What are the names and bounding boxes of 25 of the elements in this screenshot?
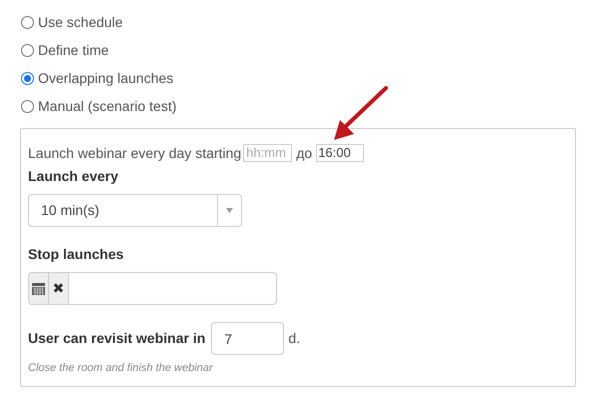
clear-button[interactable]: ✖ bbox=[48, 272, 69, 305]
radio-label: Manual (scenario test) bbox=[38, 96, 177, 116]
end-time-field[interactable]: 16:00 bbox=[316, 144, 364, 162]
radio-button[interactable] bbox=[21, 16, 34, 28]
radio-button[interactable] bbox=[21, 44, 34, 56]
start-time-field[interactable]: hh:mm bbox=[243, 144, 292, 162]
revisit-label: User can revisit webinar in bbox=[28, 329, 206, 348]
radio-label: Define time bbox=[38, 40, 109, 60]
radio-label: Overlapping launches bbox=[38, 68, 174, 88]
daily-launch-text: Launch webinar every day starting bbox=[28, 144, 242, 163]
pointer-arrow bbox=[332, 86, 388, 142]
days-unit-text: d. bbox=[288, 329, 300, 348]
radio-button[interactable] bbox=[21, 100, 34, 112]
stop-date-field[interactable] bbox=[69, 272, 277, 305]
hint-text: Close the room and finish the webinar bbox=[28, 361, 214, 376]
calendar-icon bbox=[32, 282, 45, 294]
radio-label: Use schedule bbox=[38, 12, 123, 32]
revisit-days-field[interactable]: 7 bbox=[211, 322, 284, 355]
interval-select[interactable]: 10 min(s) bbox=[28, 194, 242, 227]
calendar-button[interactable] bbox=[28, 272, 49, 305]
launch-every-label: Launch every bbox=[28, 167, 120, 186]
stop-launches-label: Stop launches bbox=[28, 245, 125, 264]
dropdown-caret-icon bbox=[226, 208, 233, 213]
radio-button[interactable] bbox=[21, 72, 34, 84]
separator-text: до bbox=[296, 144, 312, 163]
